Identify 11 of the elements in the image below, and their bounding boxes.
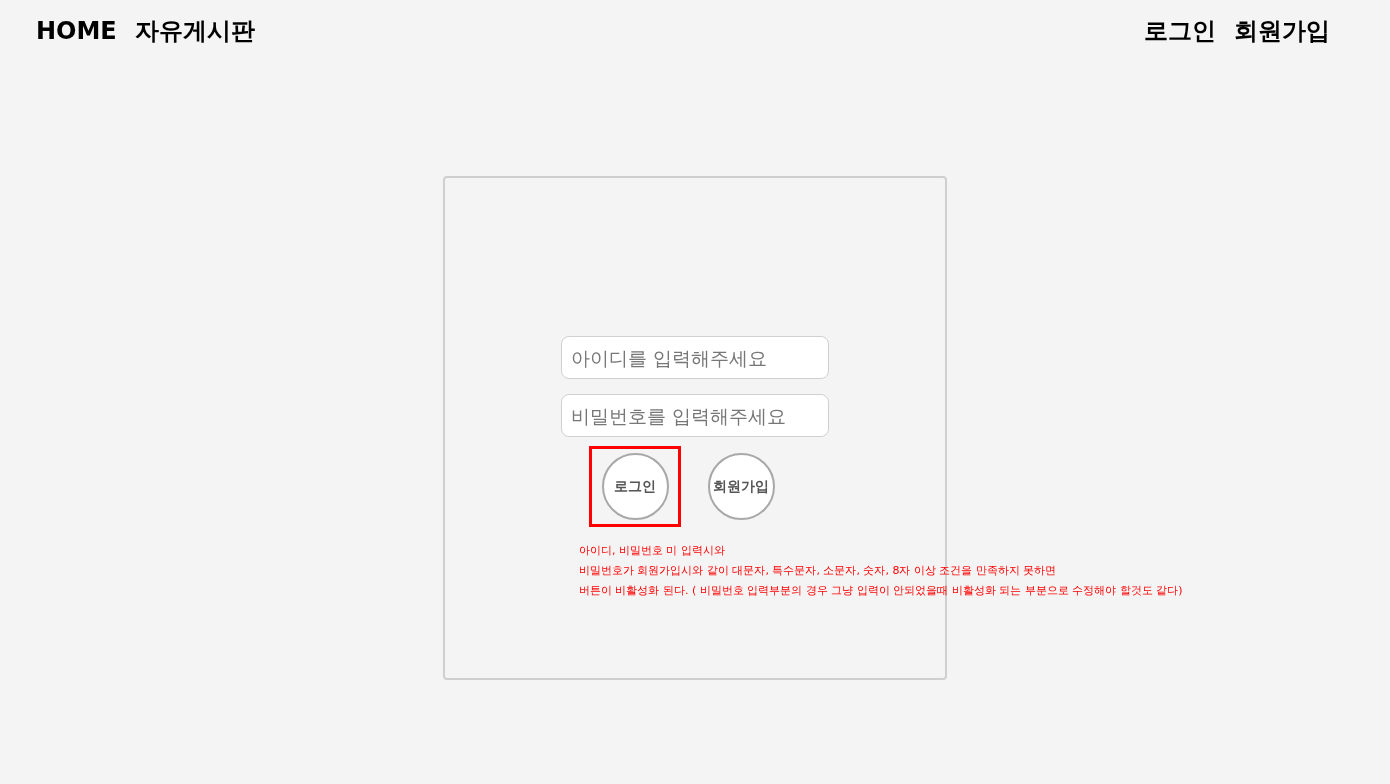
round-button[interactable]: 로그인 [601,453,669,520]
input-field[interactable]: 아이디를 입력해주세요 [561,336,829,379]
round-button[interactable]: 회원가입 [707,453,775,520]
annotation-note: 아이디, 비밀번호 미 입력시와 [579,543,726,559]
nav-link[interactable]: 자유게시판 [134,13,255,49]
annotation-note: 버튼이 비활성화 된다. ( 비밀번호 입력부분의 경우 그냥 입력이 안되었을때 비활성화 되는 부분으로 수정해야 할것도 같다) [579,583,1183,599]
nav-link[interactable]: HOME [36,13,117,49]
nav-link[interactable]: 로그인 [1144,13,1216,49]
nav-link[interactable]: 회원가입 [1234,13,1330,49]
annotation-note: 비밀번호가 회원가입시와 같이 대문자, 특수문자, 소문자, 숫자, 8자 이상 조건을 만족하지 못하면 [579,563,1058,579]
input-field[interactable]: 비밀번호를 입력해주세요 [561,394,829,437]
